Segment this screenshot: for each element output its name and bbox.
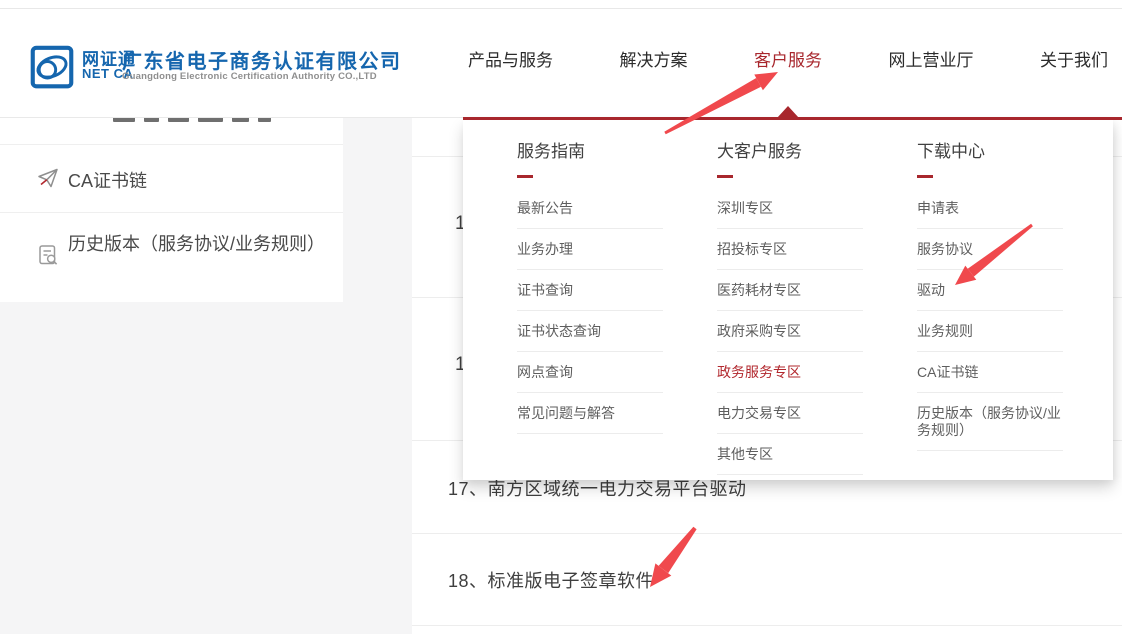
nav-item-online-hall[interactable]: 网上营业厅 [889,46,974,71]
dropdown-column-service-guide: 服务指南 最新公告 业务办理 证书查询 证书状态查询 网点查询 常见问题与解答 [517,137,663,434]
title-underline [517,175,533,178]
nav-item-products[interactable]: 产品与服务 [468,46,553,71]
main-nav: 产品与服务 解决方案 客户服务 网上营业厅 关于我们 [468,0,1108,116]
list-divider [412,625,1122,626]
nav-item-about-us[interactable]: 关于我们 [1040,46,1108,71]
menu-item-shenzhen-zone[interactable]: 深圳专区 [717,188,863,229]
netca-logo-icon[interactable] [30,45,74,89]
menu-item-government-procurement-zone[interactable]: 政府采购专区 [717,311,863,352]
title-underline [717,175,733,178]
company-name-english: Guangdong Electronic Certification Autho… [122,71,377,82]
nav-item-customer-service[interactable]: 客户服务 [754,46,822,71]
company-name: 广东省电子商务认证有限公司 [122,45,402,74]
menu-item-faq[interactable]: 常见问题与解答 [517,393,663,434]
sidebar-item-clipped[interactable] [0,117,343,145]
menu-item-bidding-zone[interactable]: 招投标专区 [717,229,863,270]
menu-item-application-form[interactable]: 申请表 [917,188,1063,229]
column-title: 大客户服务 [717,137,863,162]
list-divider [412,533,1122,534]
menu-item-driver[interactable]: 驱动 [917,270,1063,311]
dropdown-column-download-center: 下载中心 申请表 服务协议 驱动 业务规则 CA证书链 历史版本（服务协议/业务… [917,137,1063,451]
sidebar: CA证书链 历史版本（服务协议/业务规则） [0,117,343,302]
menu-item-other-zones[interactable]: 其他专区 [717,434,863,475]
menu-item-history-versions[interactable]: 历史版本（服务协议/业务规则） [917,393,1063,451]
dropdown-column-key-accounts: 大客户服务 深圳专区 招投标专区 医药耗材专区 政府采购专区 政务服务专区 电力… [717,137,863,475]
paper-plane-icon [36,166,60,190]
header: 网证通 NET CA 广东省电子商务认证有限公司 Guangdong Elect… [0,0,1122,118]
menu-item-certificate-query[interactable]: 证书查询 [517,270,663,311]
page: 网证通 NET CA 广东省电子商务认证有限公司 Guangdong Elect… [0,0,1122,634]
menu-item-power-trading-zone[interactable]: 电力交易专区 [717,393,863,434]
menu-item-ca-cert-chain[interactable]: CA证书链 [917,352,1063,393]
sidebar-item-label: 历史版本（服务协议/业务规则） [68,230,332,258]
menu-item-business-rules[interactable]: 业务规则 [917,311,1063,352]
menu-item-branch-query[interactable]: 网点查询 [517,352,663,393]
doc-search-icon [36,243,60,267]
title-underline [917,175,933,178]
customer-service-dropdown: 服务指南 最新公告 业务办理 证书查询 证书状态查询 网点查询 常见问题与解答 … [463,120,1113,480]
column-title: 下载中心 [917,137,1063,162]
menu-item-medical-consumables-zone[interactable]: 医药耗材专区 [717,270,863,311]
sidebar-item-ca-cert-chain[interactable]: CA证书链 [0,145,343,213]
menu-item-latest-announcements[interactable]: 最新公告 [517,188,663,229]
nav-item-solutions[interactable]: 解决方案 [620,46,688,71]
column-title: 服务指南 [517,137,663,162]
list-item-18[interactable]: 18、标准版电子签章软件 [448,567,654,593]
sidebar-item-history-versions[interactable]: 历史版本（服务协议/业务规则） [0,213,343,304]
menu-item-business-handling[interactable]: 业务办理 [517,229,663,270]
menu-item-service-agreement[interactable]: 服务协议 [917,229,1063,270]
dropdown-top-border [463,117,1122,120]
sidebar-item-label: CA证书链 [68,167,147,193]
menu-item-certificate-status-query[interactable]: 证书状态查询 [517,311,663,352]
menu-item-government-services-zone[interactable]: 政务服务专区 [717,352,863,393]
